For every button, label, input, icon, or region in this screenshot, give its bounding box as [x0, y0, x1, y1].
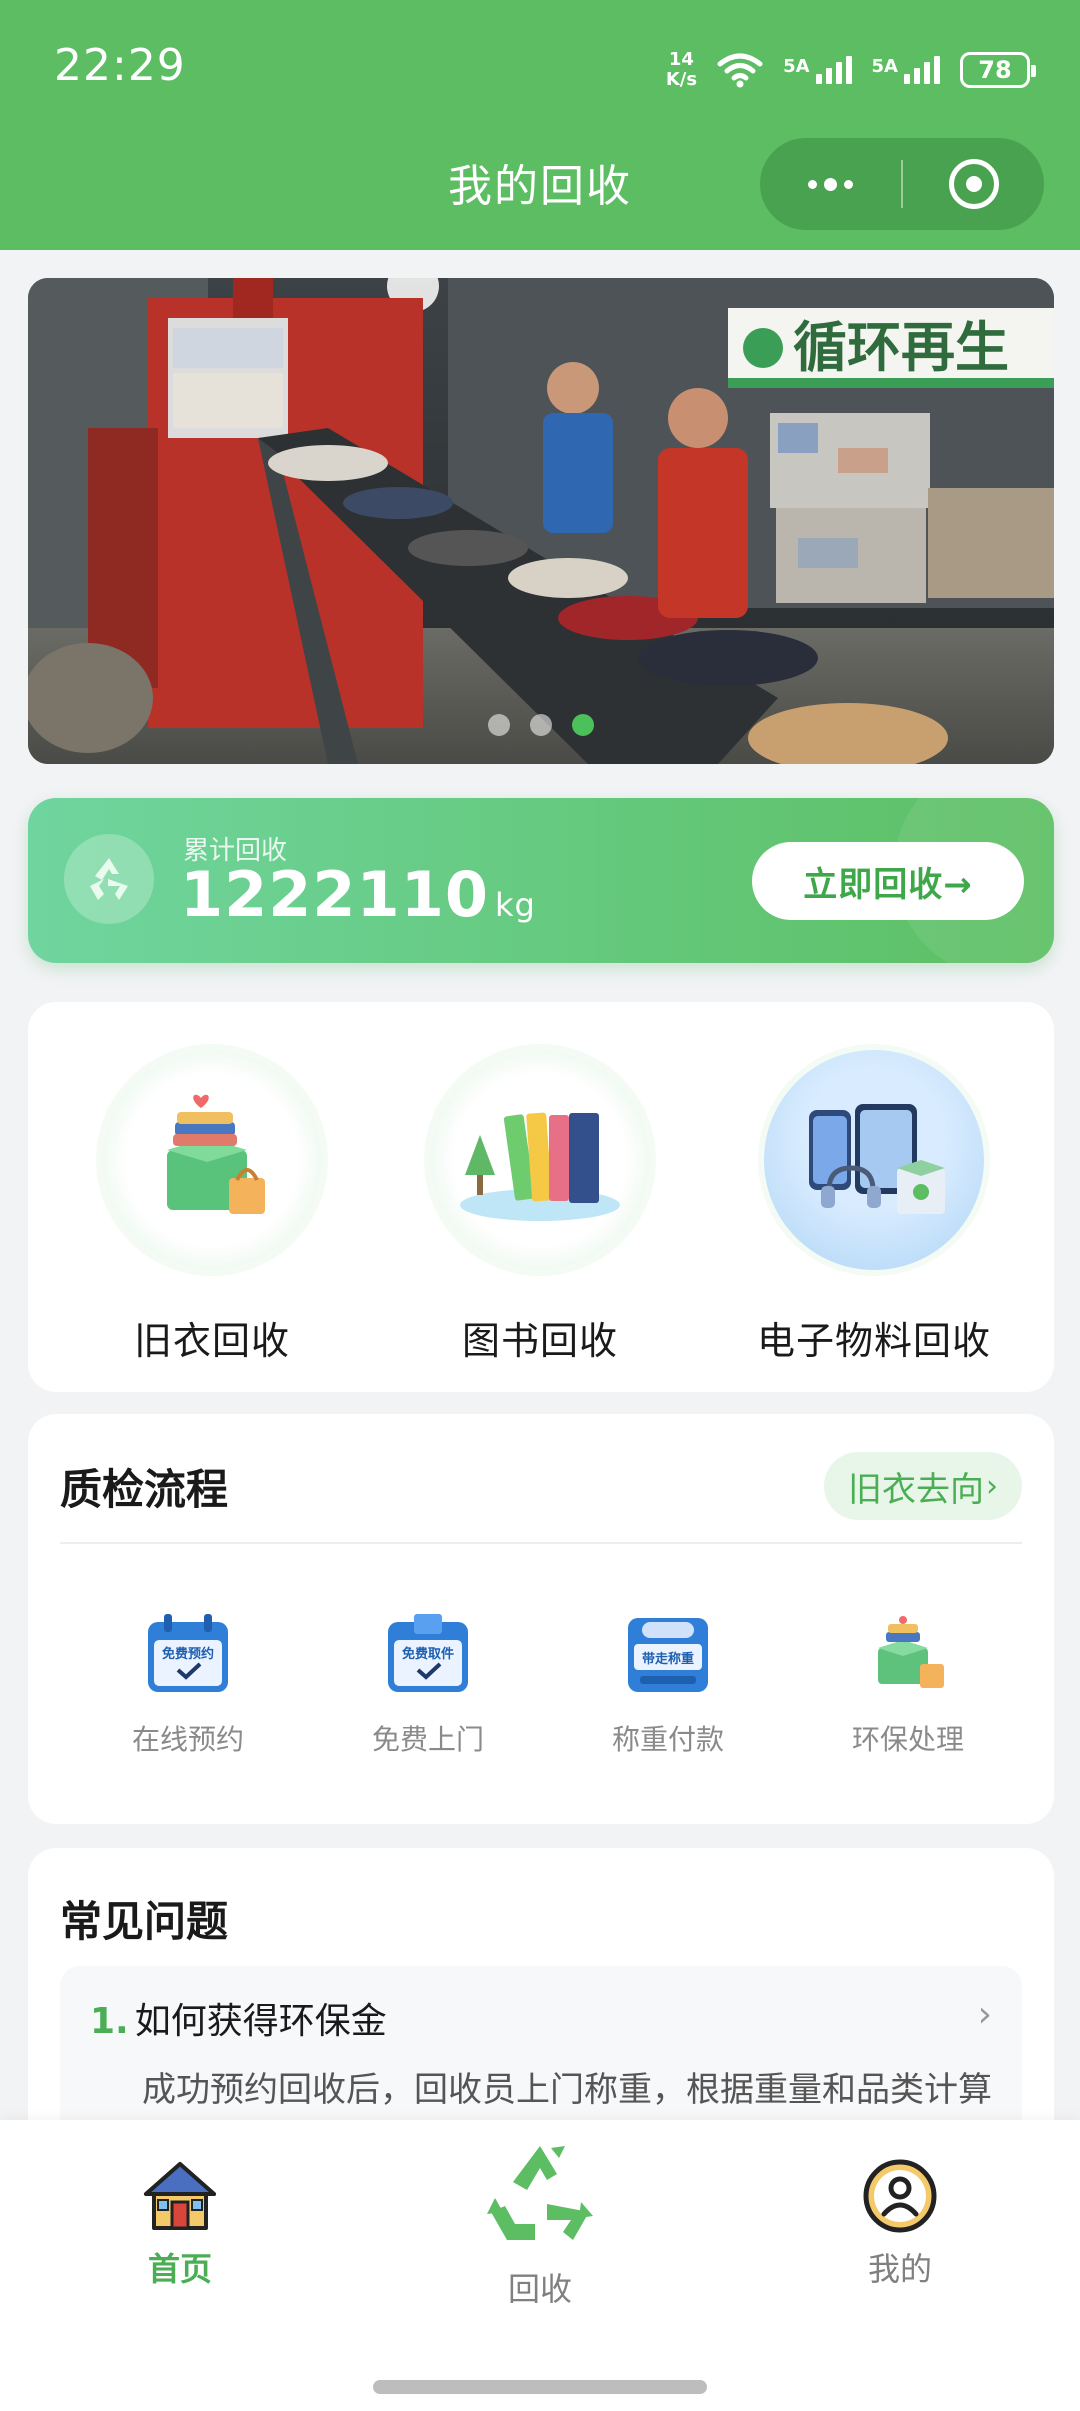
step-label: 免费上门 — [371, 1723, 484, 1756]
total-recycled-value: 1222110 kg — [180, 858, 536, 931]
carousel-dot[interactable] — [530, 714, 552, 736]
step-label: 环保处理 — [851, 1723, 964, 1756]
recycle-now-button[interactable]: 立即回收→ — [752, 842, 1024, 920]
step-label: 称重付款 — [611, 1723, 724, 1756]
faq-number: 1. — [90, 2001, 129, 2042]
house-icon — [144, 2162, 216, 2230]
tab-recycle[interactable]: 回收 — [390, 2142, 690, 2310]
clothes-destination-link[interactable]: 旧衣去向 › — [824, 1452, 1022, 1520]
tab-label: 回收 — [507, 2270, 572, 2308]
miniprogram-capsule — [760, 138, 1044, 230]
home-indicator[interactable] — [373, 2380, 707, 2394]
faq-question: 1. 如何获得环保金 — [90, 2001, 387, 2042]
tab-mine[interactable]: 我的 — [750, 2158, 1050, 2290]
carousel-dots — [28, 714, 1054, 736]
step-label: 在线预约 — [131, 1723, 244, 1756]
banner-image: 循环再生 — [28, 278, 1054, 764]
wifi-icon — [717, 53, 763, 88]
qc-process-card: 质检流程 旧衣去向 › 免费预约 在线预约 免费取件 免费上门 带走称重 称重付… — [28, 1414, 1054, 1824]
carousel-dot[interactable] — [488, 714, 510, 736]
signal-icon: 5A — [872, 56, 940, 84]
eco-box-icon — [878, 1616, 944, 1688]
tab-home[interactable]: 首页 — [30, 2158, 330, 2290]
category-books[interactable]: 图书回收 — [390, 1002, 690, 1392]
total-recycled-card: 累计回收 1222110 kg 立即回收→ — [28, 798, 1054, 963]
tab-label: 首页 — [147, 2250, 212, 2288]
recycle-icon — [487, 2146, 593, 2240]
svg-text:免费取件: 免费取件 — [402, 1646, 454, 1662]
section-title: 常见问题 — [60, 1897, 229, 1946]
carousel-dot-active[interactable] — [572, 714, 594, 736]
chevron-right-icon: › — [986, 1468, 998, 1504]
pickup-calendar-icon: 免费取件 — [388, 1614, 468, 1692]
tab-label: 我的 — [867, 2250, 932, 2288]
header-bar: 22:29 14 K/s 5A 5A 78 我的回收 — [0, 0, 1080, 250]
books-icon — [430, 1050, 650, 1270]
step-weigh-pay: 带走称重 称重付款 — [548, 1614, 788, 1758]
category-label: 旧衣回收 — [133, 1319, 290, 1363]
close-miniprogram-button[interactable] — [903, 138, 1044, 230]
status-icons: 14 K/s 5A 5A 78 — [665, 44, 1036, 96]
status-time: 22:29 — [54, 40, 186, 91]
target-icon — [948, 159, 999, 209]
network-speed: 14 K/s — [665, 49, 698, 90]
signal-icon: 5A — [783, 56, 852, 84]
calendar-icon: 免费预约 — [148, 1614, 228, 1692]
step-free-pickup: 免费取件 免费上门 — [308, 1614, 548, 1758]
category-label: 图书回收 — [461, 1319, 618, 1363]
banner-sign-text: 循环再生 — [793, 316, 1009, 379]
total-recycled-unit: kg — [494, 886, 536, 924]
faq-answer: 成功预约回收后，回收员上门称重，根据重量和品类计算 — [142, 2070, 992, 2110]
recycle-categories: 旧衣回收 图书回收 电子物料回收 — [28, 1002, 1054, 1392]
banner-carousel[interactable]: 循环再生 — [28, 278, 1054, 764]
battery-icon: 78 — [960, 52, 1036, 88]
step-eco-processing: 环保处理 — [788, 1614, 1028, 1758]
category-clothes[interactable]: 旧衣回收 — [62, 1002, 362, 1392]
chevron-right-icon: › — [977, 1994, 992, 2035]
svg-text:免费预约: 免费预约 — [162, 1646, 214, 1662]
section-title: 质检流程 — [60, 1465, 229, 1514]
scale-icon: 带走称重 — [628, 1618, 708, 1692]
category-label: 电子物料回收 — [756, 1319, 991, 1363]
electronics-icon — [764, 1050, 984, 1270]
recycle-icon — [64, 834, 154, 924]
more-icon[interactable] — [760, 138, 901, 230]
svg-text:带走称重: 带走称重 — [642, 1651, 694, 1667]
category-electronics[interactable]: 电子物料回收 — [724, 1002, 1024, 1392]
bottom-tab-bar: 首页 回收 我的 — [0, 2120, 1080, 2411]
clothes-box-icon — [102, 1050, 322, 1270]
divider — [60, 1542, 1022, 1544]
user-icon — [863, 2159, 937, 2233]
step-online-booking: 免费预约 在线预约 — [68, 1614, 308, 1758]
